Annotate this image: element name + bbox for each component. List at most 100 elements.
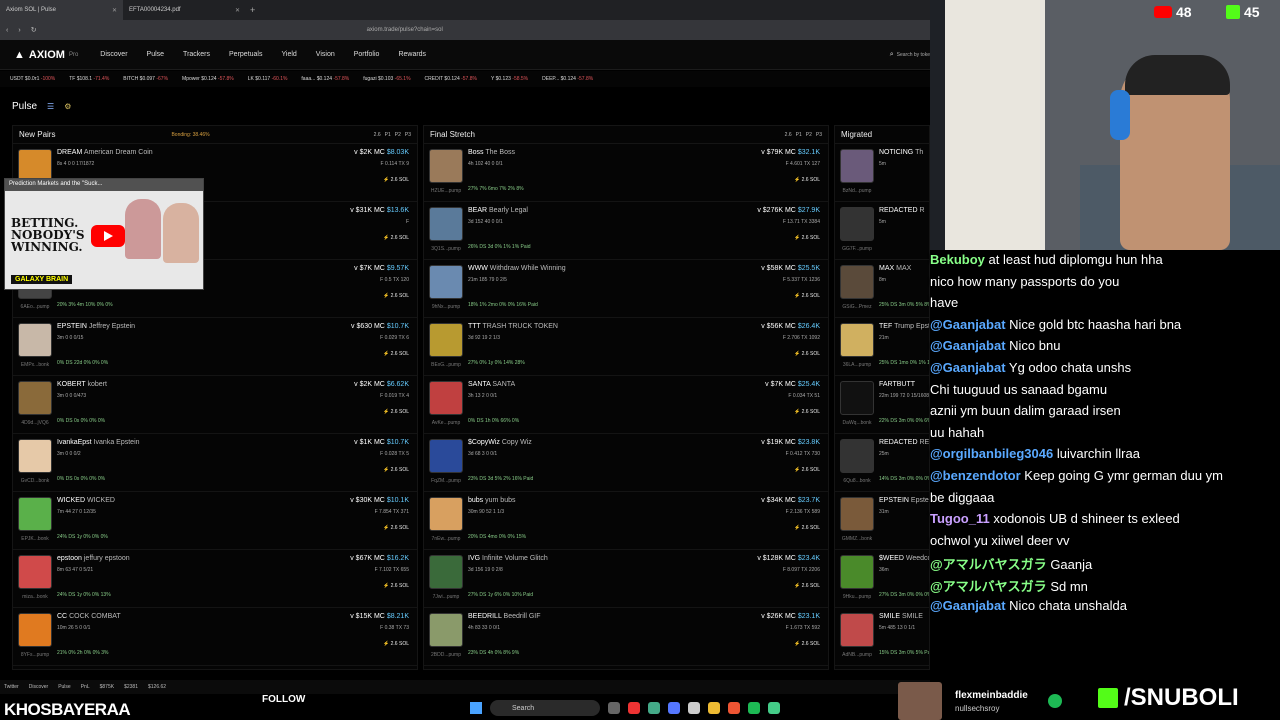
spotify-icon[interactable]	[748, 702, 760, 714]
token-name[interactable]: TEF Trump Epstein Files	[879, 323, 929, 330]
token-address[interactable]: AdNB...pump	[837, 652, 877, 658]
token-row[interactable]: GvCD...bonk IvankaEpst Ivanka Epstein 3m 0…	[13, 434, 417, 492]
token-address[interactable]: 36LA...pump	[837, 362, 877, 368]
token-name[interactable]: BEEDRILL Beedrill GIF	[468, 613, 541, 620]
ticker-item[interactable]: Y $0.123 -58.5%	[491, 76, 528, 82]
token-name[interactable]: SMILE SMILE	[879, 613, 923, 620]
token-row[interactable]: 4D9d...jVQ6 KOBERT kobert 3m 0 0 0/473 0% D…	[13, 376, 417, 434]
token-name[interactable]: IvankaEpst Ivanka Epstein	[57, 439, 140, 446]
token-row[interactable]: 7Jwi...pump IVG Infinite Volume Glitch 3d …	[424, 550, 828, 608]
token-row[interactable]: AvKe...pump SANTA SANTA 3h 13 2 0 0/1 0% DS…	[424, 376, 828, 434]
buy-button[interactable]: ⚡ 2.6 SOL	[794, 177, 820, 183]
token-address[interactable]: FqZM...pump	[426, 478, 466, 484]
buy-button[interactable]: ⚡ 2.6 SOL	[794, 467, 820, 473]
token-row[interactable]: 2BDD...pump BEEDRILL Beedrill GIF 4h 83 33…	[424, 608, 828, 666]
nav-item-pulse[interactable]: Pulse	[147, 51, 165, 58]
token-name[interactable]: EPSTEIN Epstein Library	[879, 497, 929, 504]
discord-icon[interactable]	[668, 702, 680, 714]
ticker-item[interactable]: LK $0.117 -60.1%	[248, 76, 288, 82]
token-name[interactable]: WICKED WICKED	[57, 497, 115, 504]
token-name[interactable]: $CopyWiz Copy Wiz	[468, 439, 532, 446]
token-name[interactable]: MAX MAX	[879, 265, 911, 272]
token-name[interactable]: REDACTED REDACTED	[879, 439, 929, 446]
token-row[interactable]: FqZM...pump $CopyWiz Copy Wiz 3d 68 3 0 0/…	[424, 434, 828, 492]
url-field[interactable]: axiom.trade/pulse?chain=sol	[367, 27, 443, 33]
close-icon[interactable]: ✕	[112, 7, 117, 14]
token-row[interactable]: EPJK...bonk WICKED WICKED 7m 44 27 0 12/35…	[13, 492, 417, 550]
buy-button[interactable]: ⚡ 2.6 SOL	[794, 525, 820, 531]
ticker-item[interactable]: TF $108.1 -71.4%	[69, 76, 109, 82]
token-row[interactable]: 3Q1S...pump BEAR Bearly Legal 3d 152 40 0 …	[424, 202, 828, 260]
brave-icon[interactable]	[728, 702, 740, 714]
token-row[interactable]: 7nEw...pump bubs yum bubs 30m 90 52 1 1/3 2…	[424, 492, 828, 550]
buy-button[interactable]: ⚡ 2.6 SOL	[383, 525, 409, 531]
search-input[interactable]: Search by toke	[897, 52, 930, 58]
token-name[interactable]: EPSTEIN Jeffrey Epstein	[57, 323, 135, 330]
token-name[interactable]: TTT TRASH TRUCK TOKEN	[468, 323, 558, 330]
token-name[interactable]: DREAM American Dream Coin	[57, 149, 153, 156]
buy-button[interactable]: ⚡ 2.6 SOL	[794, 409, 820, 415]
list-view-icon[interactable]: ☰	[47, 102, 54, 111]
bottom-strip-item[interactable]: Pulse	[58, 684, 71, 690]
token-address[interactable]: 9Hku...pump	[837, 594, 877, 600]
files-icon[interactable]	[608, 702, 620, 714]
settings-icon[interactable]: ⚙	[64, 102, 71, 111]
search-icon[interactable]: ⌕	[890, 51, 894, 59]
token-address[interactable]: 3Q1S...pump	[426, 246, 466, 252]
token-address[interactable]: GvCD...bonk	[15, 478, 55, 484]
ticker-item[interactable]: USDT $0.0τ1 -100%	[10, 76, 55, 82]
token-name[interactable]: Boss The Boss	[468, 149, 515, 156]
buy-button[interactable]: ⚡ 2.6 SOL	[794, 293, 820, 299]
token-address[interactable]: EMPx...bonk	[15, 362, 55, 368]
token-address[interactable]: 4D9d...jVQ6	[15, 420, 55, 426]
chrome-icon[interactable]	[648, 702, 660, 714]
buy-button[interactable]: ⚡ 2.6 SOL	[383, 177, 409, 183]
buy-button[interactable]: ⚡ 2.6 SOL	[383, 467, 409, 473]
nav-item-yield[interactable]: Yield	[281, 51, 296, 58]
windows-icon[interactable]	[470, 702, 482, 714]
token-name[interactable]: NOTICING Th	[879, 149, 923, 156]
reload-icon[interactable]: ↻	[31, 26, 37, 34]
token-address[interactable]: 6AEo...pump	[15, 304, 55, 310]
token-address[interactable]: GMMZ...bonk	[837, 536, 877, 542]
ticker-item[interactable]: DEEP... $0.124 -57.8%	[542, 76, 593, 82]
buy-button[interactable]: ⚡ 2.6 SOL	[383, 583, 409, 589]
nav-item-perpetuals[interactable]: Perpetuals	[229, 51, 262, 58]
token-row[interactable]: DaWq...bonk FARTBUTT 22m 199 72 0 15/1608…	[835, 376, 929, 434]
nav-item-rewards[interactable]: Rewards	[398, 51, 426, 58]
token-name[interactable]: FARTBUTT	[879, 381, 915, 388]
token-address[interactable]: GG7F...pump	[837, 246, 877, 252]
bottom-strip-item[interactable]: $126.62	[148, 684, 166, 690]
token-address[interactable]: BzNd...pump	[837, 188, 877, 194]
app-icon[interactable]	[768, 702, 780, 714]
opera-icon[interactable]	[628, 702, 640, 714]
token-row[interactable]: 6Qu8...bonk REDACTED REDACTED 25m 14% DS 3…	[835, 434, 929, 492]
ticker-item[interactable]: fugazi $0.103 -65.1%	[363, 76, 410, 82]
ticker-item[interactable]: CREDIT $0.124 -57.8%	[425, 76, 477, 82]
bottom-strip-item[interactable]: Discover	[29, 684, 48, 690]
taskbar-search[interactable]: Search	[490, 700, 600, 716]
nav-item-portfolio[interactable]: Portfolio	[354, 51, 380, 58]
token-address[interactable]: DaWq...bonk	[837, 420, 877, 426]
token-row[interactable]: miza...bonk epstoon jeffury epstoon 8m 63 …	[13, 550, 417, 608]
logo[interactable]: ▲ AXIOM Pro	[14, 49, 78, 61]
token-address[interactable]: 2BDD...pump	[426, 652, 466, 658]
token-address[interactable]: AvKe...pump	[426, 420, 466, 426]
buy-button[interactable]: ⚡ 2.6 SOL	[794, 351, 820, 357]
token-row[interactable]: GG7F...pump REDACTED R 5m	[835, 202, 929, 260]
buy-button[interactable]: ⚡ 2.6 SOL	[794, 235, 820, 241]
nav-item-discover[interactable]: Discover	[100, 51, 127, 58]
folder-icon[interactable]	[708, 702, 720, 714]
token-name[interactable]: WWW Withdraw While Winning	[468, 265, 566, 272]
token-row[interactable]: EMPx...bonk EPSTEIN Jeffrey Epstein 3m 0 0…	[13, 318, 417, 376]
close-icon[interactable]: ✕	[235, 7, 240, 14]
token-row[interactable]: GSiG...Pmez MAX MAX 8m 25% DS 3m 0% 5% 8%	[835, 260, 929, 318]
token-row[interactable]: HZUE...pump Boss The Boss 4h 102 40 0 0/1 2…	[424, 144, 828, 202]
token-name[interactable]: epstoon jeffury epstoon	[57, 555, 130, 562]
buy-button[interactable]: ⚡ 2.6 SOL	[383, 641, 409, 647]
token-address[interactable]: EPJK...bonk	[15, 536, 55, 542]
bottom-strip-item[interactable]: $875K	[100, 684, 114, 690]
token-address[interactable]: miza...bonk	[15, 594, 55, 600]
tab-pdf[interactable]: EFTA00004234.pdf ✕	[123, 0, 246, 20]
nav-item-trackers[interactable]: Trackers	[183, 51, 210, 58]
